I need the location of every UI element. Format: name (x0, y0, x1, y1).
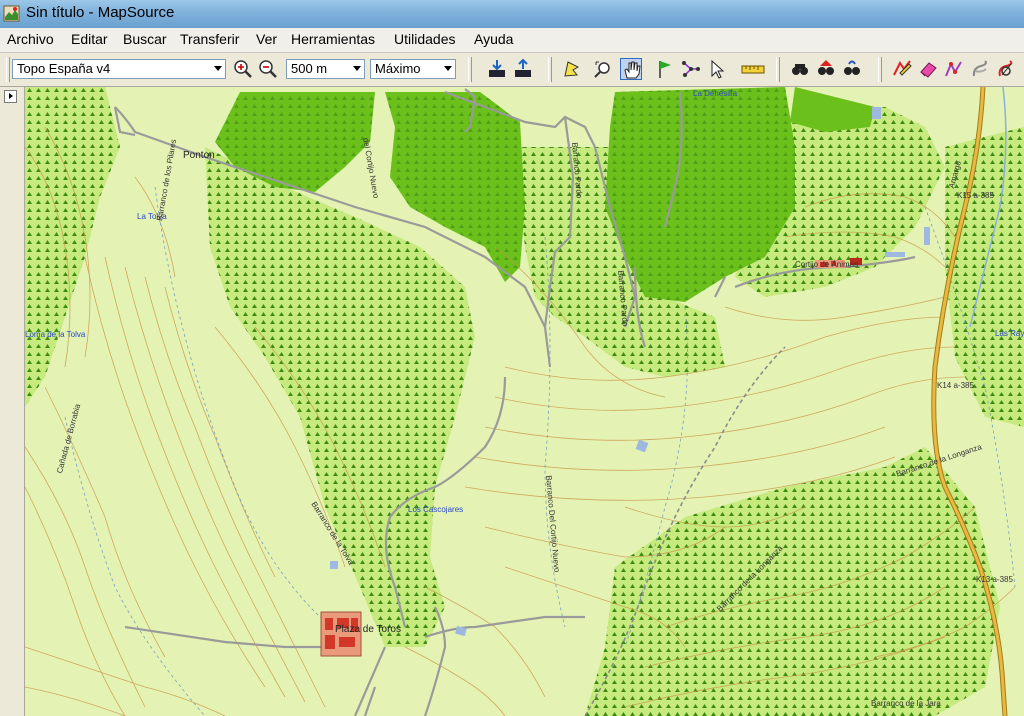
send-to-device-button[interactable] (512, 58, 534, 80)
chevron-down-icon (444, 66, 452, 71)
waypoint-tool-button[interactable] (654, 58, 676, 80)
find-icon (792, 64, 808, 75)
distance-tool-button[interactable] (740, 58, 766, 80)
receive-from-device-icon (489, 60, 505, 77)
erase-icon (920, 62, 937, 78)
selection-tool-icon (564, 61, 580, 77)
menu-ver[interactable]: Ver (256, 31, 277, 47)
hide-track-icon (998, 60, 1013, 77)
zoom-out-button[interactable] (257, 58, 279, 80)
map-label-km13: K13 a-385 (976, 575, 1013, 584)
map-label-ponton: Ponton (183, 150, 215, 161)
toolbar-grip[interactable] (6, 57, 10, 82)
waypoint-flag-icon (659, 61, 671, 78)
map-label-plaza-toros: Plaza de Toros (335, 624, 401, 635)
menu-herramientas[interactable]: Herramientas (291, 31, 375, 47)
map-product-value: Topo España v4 (17, 61, 111, 76)
toolbar: Topo España v4 500 m Máximo (0, 53, 1024, 87)
zoom-scale-select[interactable]: 500 m (286, 59, 365, 79)
chevron-down-icon (214, 66, 222, 71)
map-label-barranco-jara: Barranco de la Jara (871, 699, 941, 708)
side-panel-strip (0, 87, 25, 716)
toolbar-grip (548, 57, 552, 82)
menu-archivo[interactable]: Archivo (7, 31, 54, 47)
map-label-loma-tolva: Loma de la Tolva (25, 330, 86, 339)
hide-track-button[interactable] (995, 58, 1017, 80)
toolbar-grip (468, 57, 472, 82)
detail-level-select[interactable]: Máximo (370, 59, 456, 79)
route-tool-icon (682, 61, 700, 77)
erase-button[interactable] (917, 58, 939, 80)
toolbar-grip (878, 57, 882, 82)
detail-level-value: Máximo (375, 61, 421, 76)
zoom-tool-icon (594, 61, 610, 78)
zoom-out-icon (259, 60, 277, 78)
pointer-tool-button[interactable] (706, 58, 728, 80)
expand-panel-button[interactable] (4, 90, 17, 103)
selection-tool-button[interactable] (561, 58, 583, 80)
edit-track-button[interactable] (891, 58, 913, 80)
hand-tool-button[interactable] (620, 58, 642, 80)
map-label-la-dehesilla: La Dehesilla (693, 89, 738, 98)
edit-track-icon (893, 60, 912, 76)
map-view[interactable]: Ponton La Tolva Loma de la Tolva Barranc… (25, 87, 1024, 716)
zoom-scale-value: 500 m (291, 61, 328, 76)
route-tool-button[interactable] (680, 58, 702, 80)
distance-tool-icon (741, 65, 765, 74)
map-label-los-cascojares: Los Cascojares (408, 505, 464, 514)
menu-transferir[interactable]: Transferir (180, 31, 239, 47)
zoom-in-button[interactable] (232, 58, 254, 80)
map-label-km14: K14 a-385 (937, 381, 974, 390)
menu-utilidades[interactable]: Utilidades (394, 31, 455, 47)
find-address-icon (818, 60, 834, 75)
send-to-device-icon (515, 58, 531, 77)
hand-tool-icon (624, 61, 641, 79)
menu-bar: Archivo Editar Buscar Transferir Ver Her… (0, 28, 1024, 53)
zoom-tool-button[interactable] (592, 58, 614, 80)
menu-editar[interactable]: Editar (71, 31, 108, 47)
find-nearby-button[interactable] (841, 58, 863, 80)
divide-track-icon (972, 60, 987, 77)
receive-from-device-button[interactable] (486, 58, 508, 80)
connect-tracks-icon (945, 61, 962, 77)
map-label-cortijo-animas: Cortijo de Ánimas (795, 260, 859, 269)
connect-tracks-button[interactable] (943, 58, 965, 80)
find-button[interactable] (789, 58, 811, 80)
find-nearby-icon (844, 60, 860, 75)
map-product-select[interactable]: Topo España v4 (12, 59, 226, 79)
menu-ayuda[interactable]: Ayuda (474, 31, 513, 47)
window-title: Sin título - MapSource (26, 4, 175, 21)
menu-buscar[interactable]: Buscar (123, 31, 167, 47)
title-bar: Sin título - MapSource (0, 0, 1024, 28)
zoom-in-icon (234, 60, 252, 78)
map-label-las-rayas: Las Raya (995, 329, 1024, 338)
toolbar-grip (776, 57, 780, 82)
map-label-km15: K15 a-385 (957, 191, 994, 200)
find-address-button[interactable] (815, 58, 837, 80)
mapsource-app-icon[interactable] (3, 5, 20, 22)
pointer-icon (711, 59, 725, 79)
divide-track-button[interactable] (969, 58, 991, 80)
chevron-down-icon (353, 66, 361, 71)
topo-map[interactable] (25, 87, 1024, 716)
